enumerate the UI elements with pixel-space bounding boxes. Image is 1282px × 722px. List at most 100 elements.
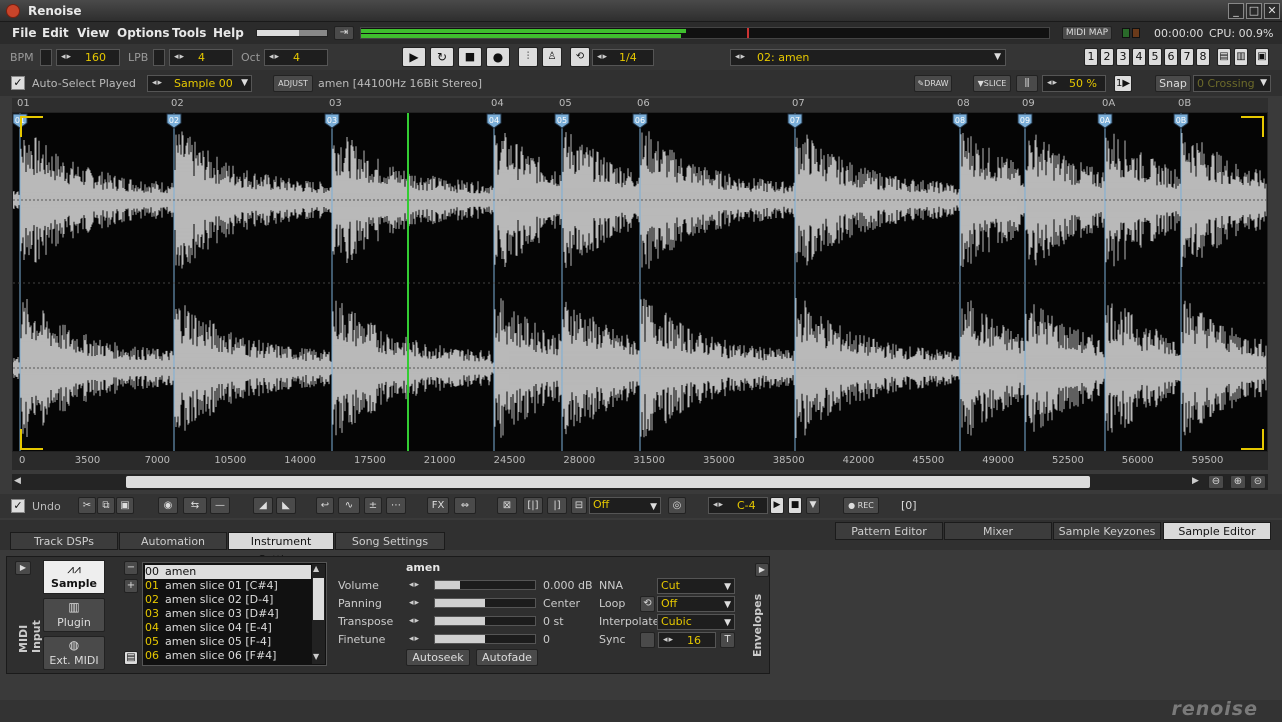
list-item[interactable]: 05 amen slice 05 [F-4]	[145, 635, 311, 649]
metronome-icon[interactable]: ♙	[542, 47, 562, 67]
adjust-button[interactable]: ADJUST	[273, 75, 313, 92]
sync-arrows-icon[interactable]: ◂▸	[663, 635, 674, 645]
pattern-selector[interactable]: ◂▸ 02: amen ▼	[730, 49, 1006, 66]
copy-icon[interactable]: ⧉	[97, 497, 115, 514]
tab-automation[interactable]: Automation	[119, 532, 227, 550]
slice-marker[interactable]: 03	[324, 113, 340, 129]
master-volume-slider[interactable]	[256, 29, 328, 37]
scroll-down-icon[interactable]: ▼	[313, 652, 319, 661]
note-field[interactable]: ◂▸ C-4	[708, 497, 768, 514]
fade-in-icon[interactable]: ◢	[253, 497, 273, 514]
play-from-cursor-icon[interactable]: 1▶	[1114, 75, 1132, 92]
bpm-arrows-icon[interactable]: ◂▸	[61, 52, 72, 62]
remove-sample-icon[interactable]: −	[124, 561, 138, 575]
maximize-icon[interactable]: □	[1246, 3, 1262, 19]
bpm-toggle[interactable]	[40, 49, 52, 66]
slice-marker[interactable]: 07	[787, 113, 803, 129]
slice-marker[interactable]: 09	[1017, 113, 1033, 129]
plugin-mode-button[interactable]: ▥ Plugin	[43, 598, 105, 632]
add-sample-icon[interactable]: +	[124, 579, 138, 593]
zoom-vertical-out-icon[interactable]: ⊝	[1250, 475, 1266, 489]
undo-checkbox[interactable]: ✓	[11, 499, 25, 513]
snap-mode-select[interactable]: 0 Crossing ▼	[1193, 75, 1271, 92]
track-3-button[interactable]: 3	[1116, 48, 1130, 66]
slice-marker[interactable]: 06	[632, 113, 648, 129]
loop-toggle-icon[interactable]: ⟲	[640, 596, 655, 612]
fx-button[interactable]: FX	[427, 497, 449, 514]
slice-marker[interactable]: 0A	[1097, 113, 1113, 129]
autofade-button[interactable]: Autofade	[476, 649, 538, 666]
select-all-icon[interactable]: ⋯	[386, 497, 406, 514]
loop-pattern-icon[interactable]: ↻	[430, 47, 454, 67]
zoom-vertical-icon[interactable]: ⊕	[1230, 475, 1246, 489]
menu-options[interactable]: Options	[117, 26, 170, 40]
lpb-arrows-icon[interactable]: ◂▸	[174, 52, 185, 62]
transpose-slider[interactable]	[434, 616, 536, 626]
loop-mode-icon[interactable]: ↩	[316, 497, 334, 514]
track-6-button[interactable]: 6	[1164, 48, 1178, 66]
zoom-arrows-icon[interactable]: ◂▸	[1047, 78, 1058, 88]
slice-button[interactable]: ▼SLICE	[973, 75, 1011, 92]
zoom-field[interactable]: ◂▸ 50 %	[1042, 75, 1106, 92]
panning-arrows-icon[interactable]: ◂▸	[409, 598, 420, 608]
track-8-button[interactable]: 8	[1196, 48, 1210, 66]
octave-arrows-icon[interactable]: ◂▸	[269, 52, 280, 62]
scroll-right-icon[interactable]: ▶	[1192, 476, 1202, 488]
sample-arrows-icon[interactable]: ◂▸	[152, 78, 163, 88]
stop-icon[interactable]: ■	[458, 47, 482, 67]
reverse-icon[interactable]: ⇆	[183, 497, 207, 514]
autoseek-button[interactable]: Autoseek	[406, 649, 470, 666]
chevron-down-icon[interactable]: ▼	[1260, 78, 1267, 88]
list-scroll-thumb[interactable]	[313, 578, 324, 620]
edit-step-arrows-icon[interactable]: ◂▸	[597, 52, 608, 62]
track-5-button[interactable]: 5	[1148, 48, 1162, 66]
sample-list-menu-icon[interactable]: ▤	[124, 651, 138, 665]
list-item[interactable]: 02 amen slice 02 [D-4]	[145, 593, 311, 607]
chevron-down-icon[interactable]: ▼	[724, 616, 731, 630]
zero-cross-icon[interactable]: ⊟	[571, 497, 587, 514]
lpb-field[interactable]: ◂▸ 4	[169, 49, 233, 66]
slice-marker[interactable]: 04	[486, 113, 502, 129]
slice-marker[interactable]: 0B	[1173, 113, 1189, 129]
tab-instrument-settings[interactable]: Instrument Settings	[228, 532, 334, 566]
sync-field[interactable]: ◂▸ 16	[658, 632, 716, 648]
scope-toggle-icon[interactable]: ⇥	[334, 26, 354, 40]
zoom-fit-icon[interactable]: ⫼	[1016, 75, 1038, 92]
tab-song-settings[interactable]: Song Settings	[335, 532, 445, 550]
chevron-down-icon[interactable]: ▼	[724, 580, 731, 594]
transpose-arrows-icon[interactable]: ◂▸	[409, 616, 420, 626]
list-item[interactable]: 04 amen slice 04 [E-4]	[145, 621, 311, 635]
auto-select-checkbox[interactable]: ✓	[11, 76, 25, 90]
delete-icon[interactable]: ⊠	[497, 497, 517, 514]
track-1-button[interactable]: 1	[1084, 48, 1098, 66]
slice-marker[interactable]: 02	[166, 113, 182, 129]
horizontal-scrollbar[interactable]: ◀ ▶ ⊖ ⊕ ⊝	[12, 474, 1268, 490]
finetune-slider[interactable]	[434, 634, 536, 644]
midi-map-button[interactable]: MIDI MAP	[1062, 26, 1112, 40]
normalize-icon[interactable]: ±	[364, 497, 382, 514]
close-icon[interactable]: ✕	[1264, 3, 1280, 19]
sync-tempo-button[interactable]: T	[720, 632, 735, 648]
scroll-left-icon[interactable]: ◀	[14, 476, 24, 488]
sample-selector[interactable]: ◂▸ Sample 00 ▼	[147, 75, 252, 92]
fade-out-icon[interactable]: ◣	[276, 497, 296, 514]
nna-select[interactable]: Cut ▼	[657, 578, 735, 594]
crop-icon[interactable]: ◉	[158, 497, 178, 514]
list-item[interactable]: 03 amen slice 03 [D#4]	[145, 607, 311, 621]
paste-icon[interactable]: ▣	[116, 497, 134, 514]
octave-field[interactable]: ◂▸ 4	[264, 49, 328, 66]
play-sample-icon[interactable]: ▶	[770, 497, 784, 514]
loop-select[interactable]: Off ▼	[657, 596, 735, 612]
bpm-field[interactable]: ◂▸ 160	[56, 49, 120, 66]
interpolate-select[interactable]: Cubic ▼	[657, 614, 735, 630]
menu-help[interactable]: Help	[213, 26, 244, 40]
pingpong-icon[interactable]: ∿	[338, 497, 360, 514]
expand-midi-input-icon[interactable]: ▶	[15, 561, 31, 575]
chevron-down-icon[interactable]: ▼	[806, 497, 820, 514]
slice-marker[interactable]: 08	[952, 113, 968, 129]
snap-button[interactable]: Snap	[1155, 75, 1191, 92]
waveform-display[interactable]: 01 02 03 04 05 06 07 08 09 0A 0B	[12, 112, 1268, 452]
list-item[interactable]: 06 amen slice 06 [F#4]	[145, 649, 311, 663]
menu-file[interactable]: File	[12, 26, 37, 40]
loop-end-bottom-corner[interactable]	[1241, 429, 1264, 450]
